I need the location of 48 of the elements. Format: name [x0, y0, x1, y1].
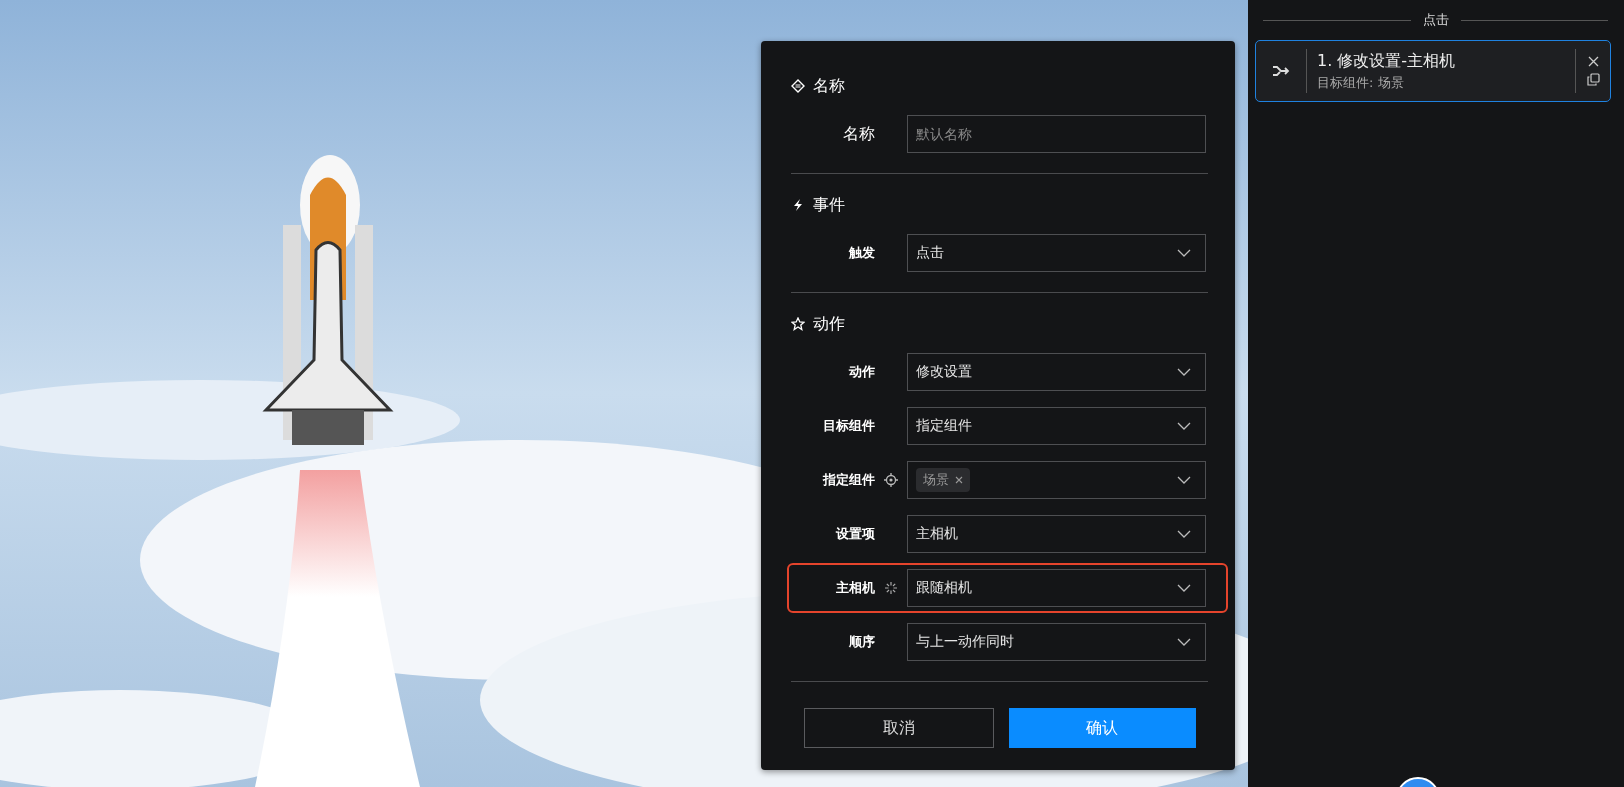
- select-field[interactable]: 修改设置: [907, 353, 1206, 391]
- field-label: 动作: [849, 363, 875, 381]
- action-title: 1. 修改设置-主相机: [1317, 50, 1457, 72]
- select-field[interactable]: 主相机: [907, 515, 1206, 553]
- chevron-down-icon: [1177, 249, 1191, 257]
- tag-label: 场景: [923, 471, 949, 489]
- merge-arrow-icon: [1272, 64, 1290, 78]
- group-title: 点击: [1422, 11, 1449, 29]
- action-card[interactable]: 1. 修改设置-主相机 目标组件: 场景: [1255, 40, 1611, 102]
- section-title: 动作: [813, 313, 845, 335]
- select-field[interactable]: 指定组件: [907, 407, 1206, 445]
- select-field[interactable]: 与上一动作同时: [907, 623, 1206, 661]
- close-button[interactable]: [1587, 56, 1599, 67]
- select-value: 点击: [916, 244, 945, 262]
- action-subtitle: 目标组件: 场景: [1317, 73, 1405, 92]
- select-value: 主相机: [916, 525, 959, 543]
- field-label: 目标组件: [823, 417, 875, 435]
- select-value: 跟随相机: [916, 579, 973, 597]
- field-label: 指定组件: [823, 471, 875, 489]
- lightning-icon: [791, 198, 805, 212]
- star-icon: [791, 317, 805, 331]
- chevron-down-icon: [1177, 584, 1191, 592]
- select-value: 指定组件: [916, 417, 973, 435]
- diamond-icon: [791, 79, 805, 93]
- field-label: 触发: [849, 244, 875, 262]
- chevron-down-icon: [1177, 530, 1191, 538]
- field-label: 顺序: [849, 633, 875, 651]
- chevron-down-icon: [1177, 422, 1191, 430]
- select-field[interactable]: 跟随相机: [907, 569, 1206, 607]
- tag-chip[interactable]: 场景: [916, 468, 970, 492]
- select-value: 与上一动作同时: [916, 633, 1015, 651]
- section-title: 名称: [813, 75, 845, 97]
- section-title: 事件: [813, 194, 845, 216]
- text-field[interactable]: 默认名称: [907, 115, 1206, 153]
- select-field[interactable]: 点击: [907, 234, 1206, 272]
- target-icon: [884, 473, 898, 487]
- field-label: 主相机: [836, 579, 875, 597]
- tag-select[interactable]: 场景: [907, 461, 1206, 499]
- field-label: 名称: [843, 123, 875, 145]
- sparkle-icon: [884, 581, 898, 595]
- select-value: 修改设置: [916, 363, 973, 381]
- cancel-button[interactable]: 取消: [804, 708, 994, 748]
- copy-button[interactable]: [1586, 73, 1600, 86]
- chevron-down-icon: [1177, 368, 1191, 376]
- chevron-down-icon: [1177, 638, 1191, 646]
- close-icon: [955, 476, 963, 484]
- field-label: 设置项: [836, 525, 875, 543]
- chevron-down-icon: [1177, 476, 1191, 484]
